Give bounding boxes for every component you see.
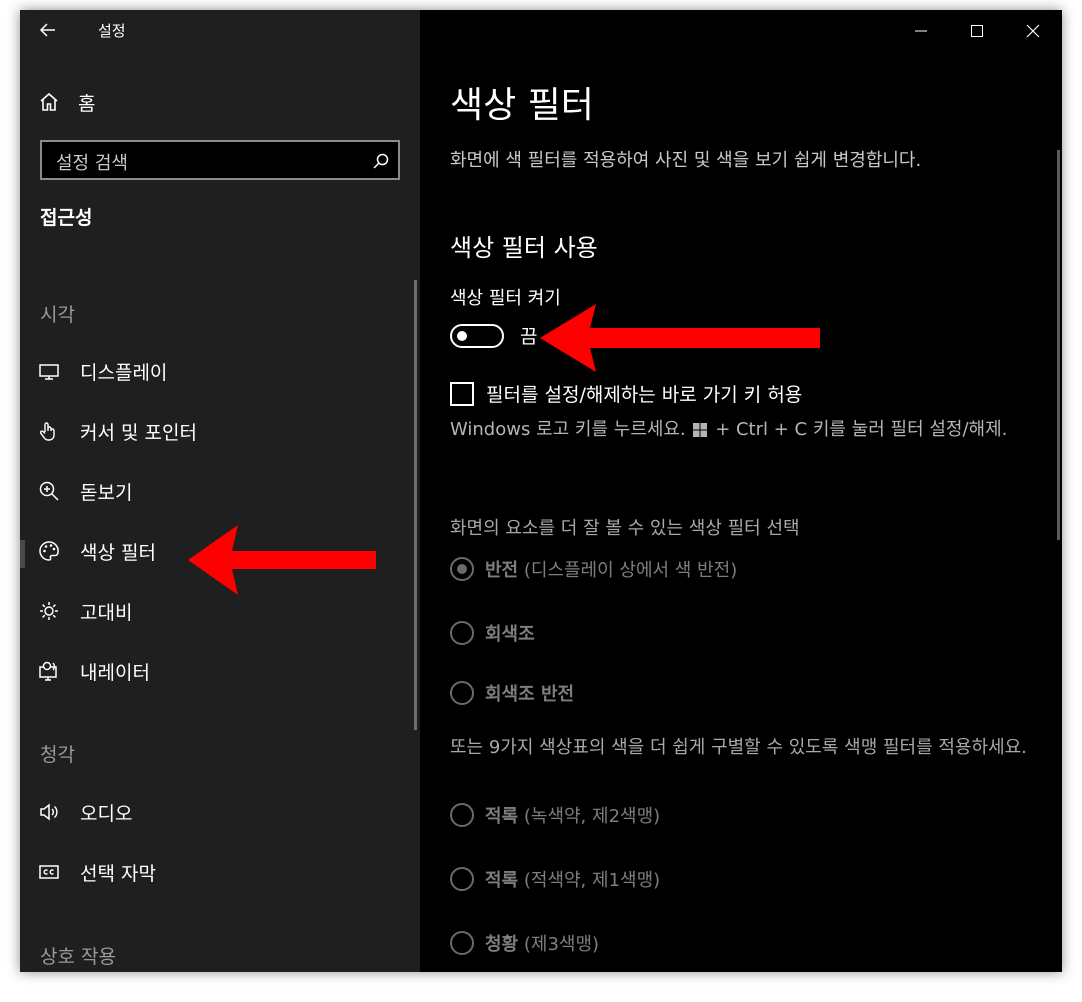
sidebar-item-display[interactable]: 디스플레이 — [20, 345, 416, 397]
group-label-hearing: 청각 — [40, 744, 75, 766]
radio-label: 적록 (녹색약, 제2색맹) — [485, 802, 660, 828]
monitor-icon — [38, 360, 60, 382]
page-title: 색상 필터 — [450, 85, 594, 126]
shortcut-hint-before: Windows 로고 키를 누르세요. — [450, 419, 686, 440]
radio-button[interactable] — [450, 557, 474, 581]
shortcut-checkbox-label: 필터를 설정/해제하는 바로 가기 키 허용 — [486, 384, 803, 406]
close-button[interactable] — [1010, 14, 1056, 48]
sidebar-item-label: 색상 필터 — [80, 541, 156, 564]
sidebar-item-home[interactable]: 홈 — [38, 88, 95, 116]
home-icon — [40, 92, 58, 111]
radio-name: 회색조 — [485, 624, 535, 645]
radio-button[interactable] — [450, 621, 474, 645]
radio-filter-grayscale[interactable]: 회색조 — [450, 620, 535, 646]
sidebar-item-label: 디스플레이 — [80, 361, 168, 384]
shortcut-checkbox[interactable] — [450, 381, 474, 406]
radio-name: 적록 — [485, 806, 519, 827]
minimize-icon — [915, 30, 927, 32]
toggle-state: 끔 — [520, 326, 538, 348]
page-description: 화면에 색 필터를 적용하여 사진 및 색을 보기 쉽게 변경합니다. — [450, 150, 922, 171]
radio-label: 청황 (제3색맹) — [485, 930, 599, 956]
magnifier-icon — [38, 480, 60, 502]
sidebar-item-label: 선택 자막 — [80, 862, 156, 885]
radio-button[interactable] — [450, 681, 474, 705]
back-button[interactable] — [38, 20, 62, 40]
radio-detail: (적색약, 제1색맹) — [523, 870, 661, 891]
maximize-icon — [971, 25, 983, 37]
shortcut-checkbox-row[interactable]: 필터를 설정/해제하는 바로 가기 키 허용 — [450, 380, 802, 407]
sidebar-item-label: 고대비 — [80, 601, 133, 624]
back-arrow-icon — [39, 23, 55, 37]
color-filter-toggle[interactable] — [450, 324, 504, 348]
group-label-vision: 시각 — [40, 304, 75, 326]
palette-icon — [38, 540, 60, 562]
sidebar-item-magnifier[interactable]: 돋보기 — [20, 465, 416, 517]
windows-logo-icon — [693, 423, 708, 437]
brightness-icon — [38, 600, 60, 622]
home-label: 홈 — [78, 92, 96, 115]
search-input[interactable]: 설정 검색 — [40, 140, 400, 180]
sidebar-item-label: 커서 및 포인터 — [80, 421, 197, 444]
sidebar-item-label: 내레이터 — [80, 661, 150, 684]
radio-detail: (녹색약, 제2색맹) — [523, 806, 661, 827]
radio-filter-protanopia[interactable]: 적록 (적색약, 제1색맹) — [450, 866, 660, 892]
colorblind-question: 또는 9가지 색상표의 색을 더 쉽게 구별할 수 있도록 색맹 필터를 적용하… — [450, 737, 1027, 758]
annotation-arrow-sidebar — [188, 525, 376, 595]
section-title: 접근성 — [40, 207, 93, 229]
section-heading: 색상 필터 사용 — [450, 234, 598, 262]
radio-label: 적록 (적색약, 제1색맹) — [485, 866, 660, 892]
shortcut-hint-after: + Ctrl + C 키를 눌러 필터 설정/해제. — [715, 419, 1008, 440]
filter-question: 화면의 요소를 더 잘 볼 수 있는 색상 필터 선택 — [450, 518, 800, 539]
narrator-icon — [38, 660, 60, 682]
speaker-icon — [38, 801, 60, 823]
main-scrollbar[interactable] — [1057, 150, 1060, 540]
radio-button[interactable] — [450, 931, 474, 955]
main-content: 색상 필터 화면에 색 필터를 적용하여 사진 및 색을 보기 쉽게 변경합니다… — [420, 10, 1062, 972]
close-icon — [1026, 24, 1040, 38]
radio-name: 적록 — [485, 870, 519, 891]
radio-filter-deuteranopia[interactable]: 적록 (녹색약, 제2색맹) — [450, 802, 660, 828]
group-label-interaction: 상호 작용 — [40, 946, 116, 968]
toggle-knob — [457, 331, 467, 341]
sidebar-item-cursor-pointer[interactable]: 커서 및 포인터 — [20, 405, 416, 457]
radio-label: 회색조 — [485, 620, 535, 646]
radio-name: 청황 — [485, 934, 519, 955]
search-icon — [373, 153, 389, 169]
shortcut-hint: Windows 로고 키를 누르세요. + Ctrl + C 키를 눌러 필터 … — [450, 418, 1030, 442]
minimize-button[interactable] — [898, 14, 944, 48]
sidebar-item-closed-captions[interactable]: 선택 자막 — [20, 846, 416, 898]
radio-filter-tritanopia[interactable]: 청황 (제3색맹) — [450, 930, 599, 956]
radio-name: 반전 — [485, 560, 519, 581]
radio-button[interactable] — [450, 803, 474, 827]
window-title: 설정 — [98, 22, 126, 40]
pointer-icon — [38, 420, 60, 442]
annotation-arrow-toggle — [540, 304, 820, 372]
radio-button[interactable] — [450, 867, 474, 891]
sidebar-item-audio[interactable]: 오디오 — [20, 786, 416, 838]
maximize-button[interactable] — [954, 14, 1000, 48]
settings-window: 설정 홈 설정 검색 접근성 시각 디스플레이 커서 및 포인터 돋보기 색상 … — [20, 10, 1062, 972]
radio-label: 반전 (디스플레이 상에서 색 반전) — [485, 556, 737, 582]
radio-filter-grayscale-inverted[interactable]: 회색조 반전 — [450, 680, 574, 706]
closed-caption-icon — [38, 861, 60, 883]
sidebar-item-narrator[interactable]: 내레이터 — [20, 645, 416, 697]
search-placeholder: 설정 검색 — [56, 153, 128, 174]
radio-detail: (디스플레이 상에서 색 반전) — [523, 560, 738, 581]
radio-name: 회색조 반전 — [485, 684, 575, 705]
sidebar-item-label: 오디오 — [80, 802, 133, 825]
radio-detail: (제3색맹) — [523, 934, 600, 955]
sidebar: 설정 홈 설정 검색 접근성 시각 디스플레이 커서 및 포인터 돋보기 색상 … — [20, 10, 420, 972]
sidebar-scrollbar[interactable] — [414, 280, 417, 730]
radio-filter-invert[interactable]: 반전 (디스플레이 상에서 색 반전) — [450, 556, 737, 582]
sidebar-item-label: 돋보기 — [80, 481, 133, 504]
radio-label: 회색조 반전 — [485, 680, 574, 706]
